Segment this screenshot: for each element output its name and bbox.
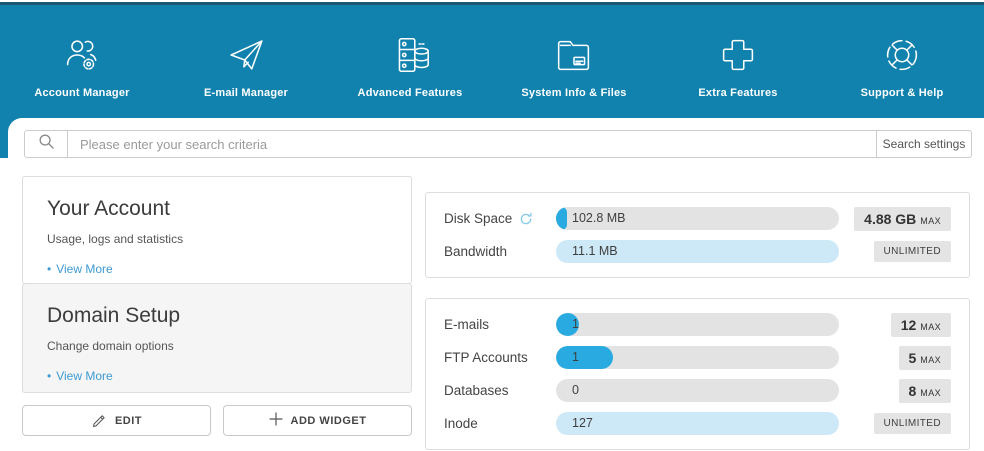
- nav-item-system-info-files[interactable]: System Info & Files: [492, 24, 656, 99]
- bar-value: 0: [556, 379, 839, 402]
- domain-setup-card: Domain Setup Change domain options • View…: [22, 283, 412, 393]
- support-help-icon: [879, 32, 925, 78]
- card-title: Your Account: [47, 197, 387, 221]
- row-label: FTP Accounts: [444, 350, 556, 365]
- view-more-label: View More: [56, 262, 112, 276]
- extra-features-icon: [715, 32, 761, 78]
- max-badge: 12MAX: [891, 313, 951, 337]
- plus-icon: [269, 412, 283, 429]
- row-label: Inode: [444, 416, 556, 431]
- search-bar: Search settings: [24, 130, 972, 158]
- dashboard: Your Account Usage, logs and statistics …: [0, 158, 984, 450]
- edit-button[interactable]: EDIT: [22, 405, 211, 436]
- search-settings-label: Search settings: [883, 137, 966, 151]
- ftp-accounts-row: FTP Accounts 1 5MAX: [444, 341, 951, 374]
- emails-row: E-mails 1 12MAX: [444, 308, 951, 341]
- disk-space-row: Disk Space 102.8 MB 4.88 GBMAX: [444, 202, 951, 235]
- nav-item-advanced-features[interactable]: Advanced Features: [328, 24, 492, 99]
- account-limits-panel: E-mails 1 12MAX FTP Accounts 1 5MAX: [425, 298, 970, 450]
- nav-label: Support & Help: [861, 87, 944, 99]
- bar-value: 11.1 MB: [556, 240, 839, 263]
- add-widget-label: ADD WIDGET: [291, 415, 367, 427]
- search-icon: [38, 133, 55, 155]
- inode-row: Inode 127 UNLIMITED: [444, 407, 951, 440]
- view-more-label: View More: [56, 369, 112, 383]
- pencil-icon: [91, 411, 107, 430]
- account-manager-icon: [59, 32, 105, 78]
- nav-item-account-manager[interactable]: Account Manager: [0, 24, 164, 99]
- card-title: Domain Setup: [47, 304, 387, 328]
- system-info-files-icon: [551, 32, 597, 78]
- search-button[interactable]: [24, 130, 68, 158]
- advanced-features-icon: [387, 32, 433, 78]
- unlimited-badge: UNLIMITED: [874, 413, 952, 434]
- row-label: Databases: [444, 383, 556, 398]
- nav-label: System Info & Files: [521, 87, 626, 99]
- nav-label: Account Manager: [34, 87, 129, 99]
- your-account-card: Your Account Usage, logs and statistics …: [22, 176, 412, 284]
- card-subtitle: Usage, logs and statistics: [47, 232, 387, 246]
- right-column: Disk Space 102.8 MB 4.88 GBMAX: [425, 192, 970, 450]
- emails-bar: 1: [556, 313, 839, 336]
- unlimited-badge: UNLIMITED: [874, 241, 952, 262]
- email-manager-icon: [223, 32, 269, 78]
- bandwidth-row: Bandwidth 11.1 MB UNLIMITED: [444, 235, 951, 268]
- nav-label: E-mail Manager: [204, 87, 288, 99]
- databases-bar: 0: [556, 379, 839, 402]
- row-label: E-mails: [444, 317, 556, 332]
- nav-label: Extra Features: [698, 87, 777, 99]
- row-label: Bandwidth: [444, 244, 556, 259]
- search-settings-button[interactable]: Search settings: [876, 130, 972, 158]
- nav-item-support-help[interactable]: Support & Help: [820, 24, 984, 99]
- card-subtitle: Change domain options: [47, 339, 387, 353]
- max-badge: 8MAX: [899, 379, 952, 403]
- ftp-accounts-bar: 1: [556, 346, 839, 369]
- row-label: Disk Space: [444, 211, 556, 226]
- bullet: •: [47, 262, 51, 276]
- refresh-icon[interactable]: [519, 212, 533, 226]
- bar-value: 1: [556, 313, 839, 336]
- content-corner-band: Search settings: [0, 118, 984, 158]
- databases-row: Databases 0 8MAX: [444, 374, 951, 407]
- nav-item-extra-features[interactable]: Extra Features: [656, 24, 820, 99]
- edit-label: EDIT: [115, 415, 142, 427]
- bar-value: 1: [556, 346, 839, 369]
- search-band: Search settings: [8, 118, 984, 158]
- left-column: Your Account Usage, logs and statistics …: [22, 176, 412, 450]
- nav-label: Advanced Features: [358, 87, 463, 99]
- disk-space-bar: 102.8 MB: [556, 207, 839, 230]
- add-widget-button[interactable]: ADD WIDGET: [223, 405, 412, 436]
- bandwidth-bar: 11.1 MB: [556, 240, 839, 263]
- nav-item-email-manager[interactable]: E-mail Manager: [164, 24, 328, 99]
- max-badge: 5MAX: [899, 346, 952, 370]
- view-more-link[interactable]: • View More: [47, 369, 113, 383]
- bar-value: 102.8 MB: [556, 207, 839, 230]
- dashboard-actions: EDIT ADD WIDGET: [22, 405, 412, 436]
- disk-bandwidth-panel: Disk Space 102.8 MB 4.88 GBMAX: [425, 192, 970, 278]
- search-input[interactable]: [67, 130, 877, 158]
- max-badge: 4.88 GBMAX: [854, 207, 951, 231]
- main-navigation: Account Manager E-mail Manager Advanced …: [0, 5, 984, 118]
- view-more-link[interactable]: • View More: [47, 262, 113, 276]
- inode-bar: 127: [556, 412, 839, 435]
- bullet: •: [47, 369, 51, 383]
- bar-value: 127: [556, 412, 839, 435]
